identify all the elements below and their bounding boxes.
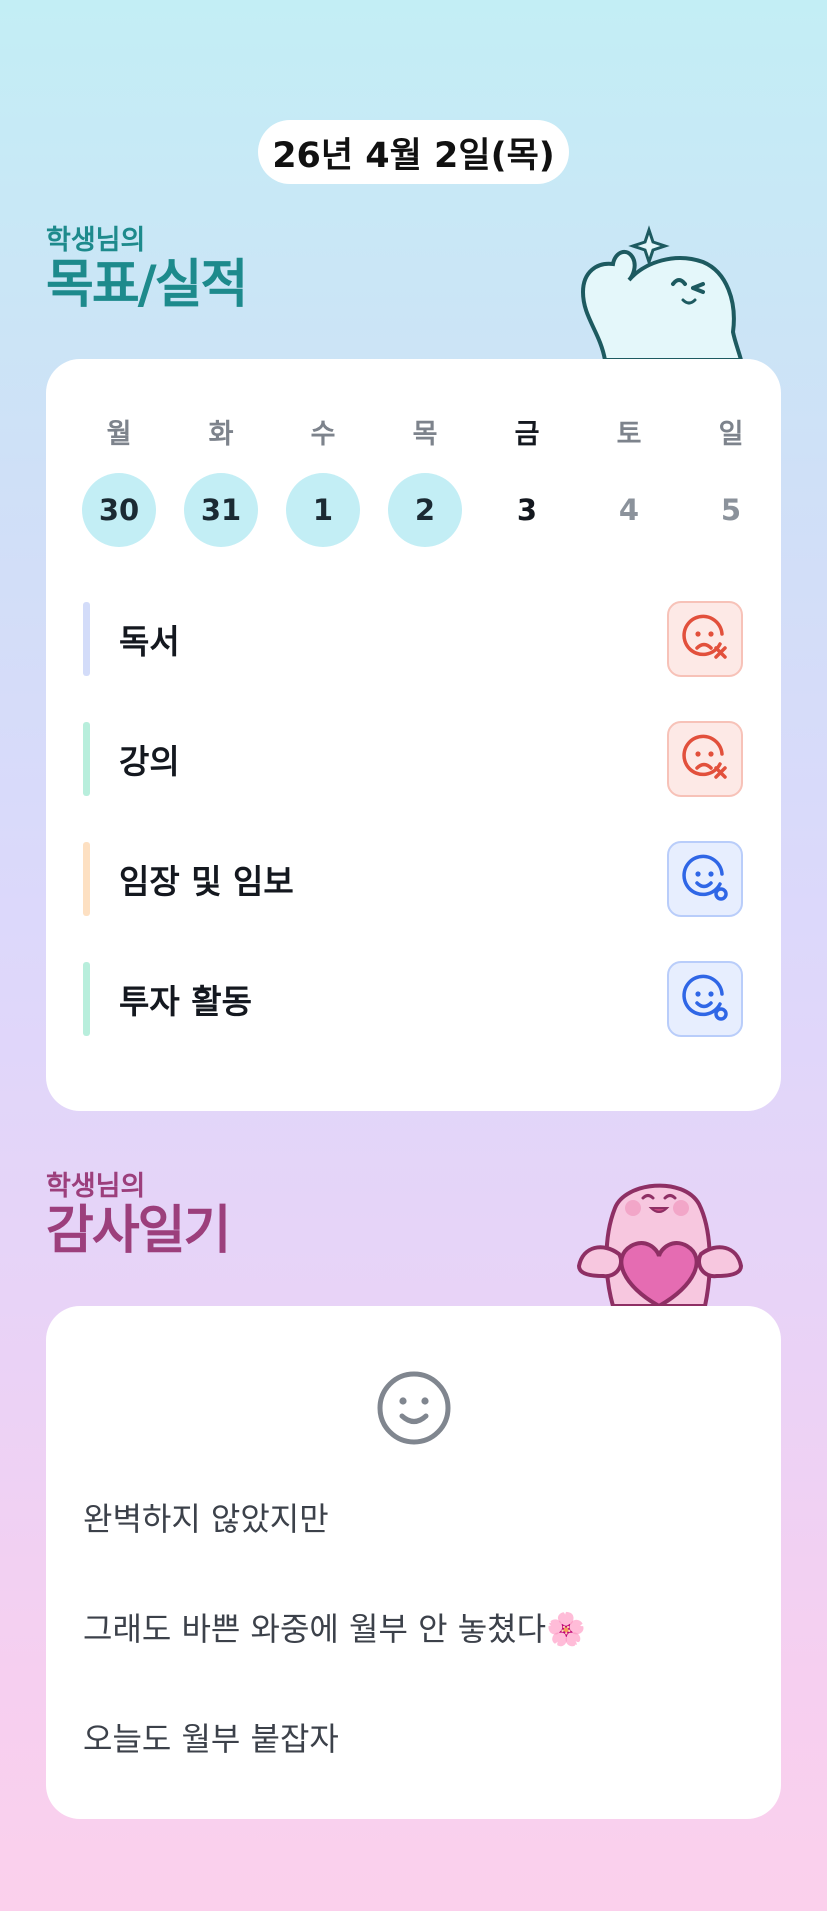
goal-label: 독서 [119, 622, 180, 661]
goals-card: 월 화 수 목 금 토 일 30 31 1 2 3 4 5 독서 강의 임장 및… [46, 359, 781, 1111]
smile-face-o-icon [682, 974, 728, 1021]
goal-color-bar [83, 842, 90, 916]
weekday-wed: 수 [310, 418, 336, 450]
diary-line: 오늘도 월부 붙잡자 [83, 1720, 339, 1758]
goal-label: 투자 활동 [119, 982, 252, 1021]
day-30[interactable]: 30 [82, 473, 156, 547]
week-calendar: 월 화 수 목 금 토 일 30 31 1 2 3 4 5 [82, 411, 768, 547]
fail-status-badge[interactable] [667, 601, 743, 677]
goals-title: 목표/실적 [46, 255, 248, 315]
diary-line: 완벽하지 않았지만 [83, 1500, 329, 1538]
weekday-fri: 금 [514, 418, 540, 450]
date-pill[interactable]: 26년 4월 2일(목) [258, 120, 569, 184]
diary-section-header: 학생님의 감사일기 [46, 1171, 231, 1261]
weekday-sat: 토 [616, 418, 642, 450]
weekday-mon: 월 [106, 418, 132, 450]
goal-row[interactable]: 임장 및 임보 [83, 841, 743, 917]
diary-subtitle: 학생님의 [46, 1171, 146, 1202]
goals-section-header: 학생님의 목표/실적 [46, 225, 248, 315]
ok-status-badge[interactable] [667, 841, 743, 917]
day-2[interactable]: 2 [388, 473, 462, 547]
goal-color-bar [83, 602, 90, 676]
goal-color-bar [83, 722, 90, 796]
mascot-heart-icon [576, 1183, 744, 1306]
weekday-thu: 목 [412, 418, 438, 450]
ok-status-badge[interactable] [667, 961, 743, 1037]
sad-face-x-icon [682, 734, 727, 779]
weekday-sun: 일 [718, 418, 744, 450]
diary-card: 완벽하지 않았지만 그래도 바쁜 와중에 월부 안 놓쳤다🌸 오늘도 월부 붙잡… [46, 1306, 781, 1819]
fail-status-badge[interactable] [667, 721, 743, 797]
day-5[interactable]: 5 [694, 473, 768, 547]
smile-face-o-icon [682, 854, 728, 901]
diary-line: 그래도 바쁜 와중에 월부 안 놓쳤다🌸 [83, 1610, 586, 1648]
goal-row[interactable]: 투자 활동 [83, 961, 743, 1037]
diary-title: 감사일기 [46, 1201, 231, 1261]
goal-row[interactable]: 독서 [83, 601, 743, 677]
sad-face-x-icon [682, 614, 727, 659]
goal-color-bar [83, 962, 90, 1036]
goal-label: 강의 [119, 742, 180, 781]
day-1[interactable]: 1 [286, 473, 360, 547]
goal-row[interactable]: 강의 [83, 721, 743, 797]
day-3[interactable]: 3 [490, 473, 564, 547]
day-4[interactable]: 4 [592, 473, 666, 547]
day-31[interactable]: 31 [184, 473, 258, 547]
mascot-ghost-icon [580, 225, 744, 360]
goal-label: 임장 및 임보 [119, 862, 294, 901]
weekday-tue: 화 [208, 418, 234, 450]
smile-face-icon[interactable] [375, 1369, 453, 1447]
date-label: 26년 4월 2일(목) [272, 135, 555, 176]
goals-subtitle: 학생님의 [46, 225, 146, 256]
